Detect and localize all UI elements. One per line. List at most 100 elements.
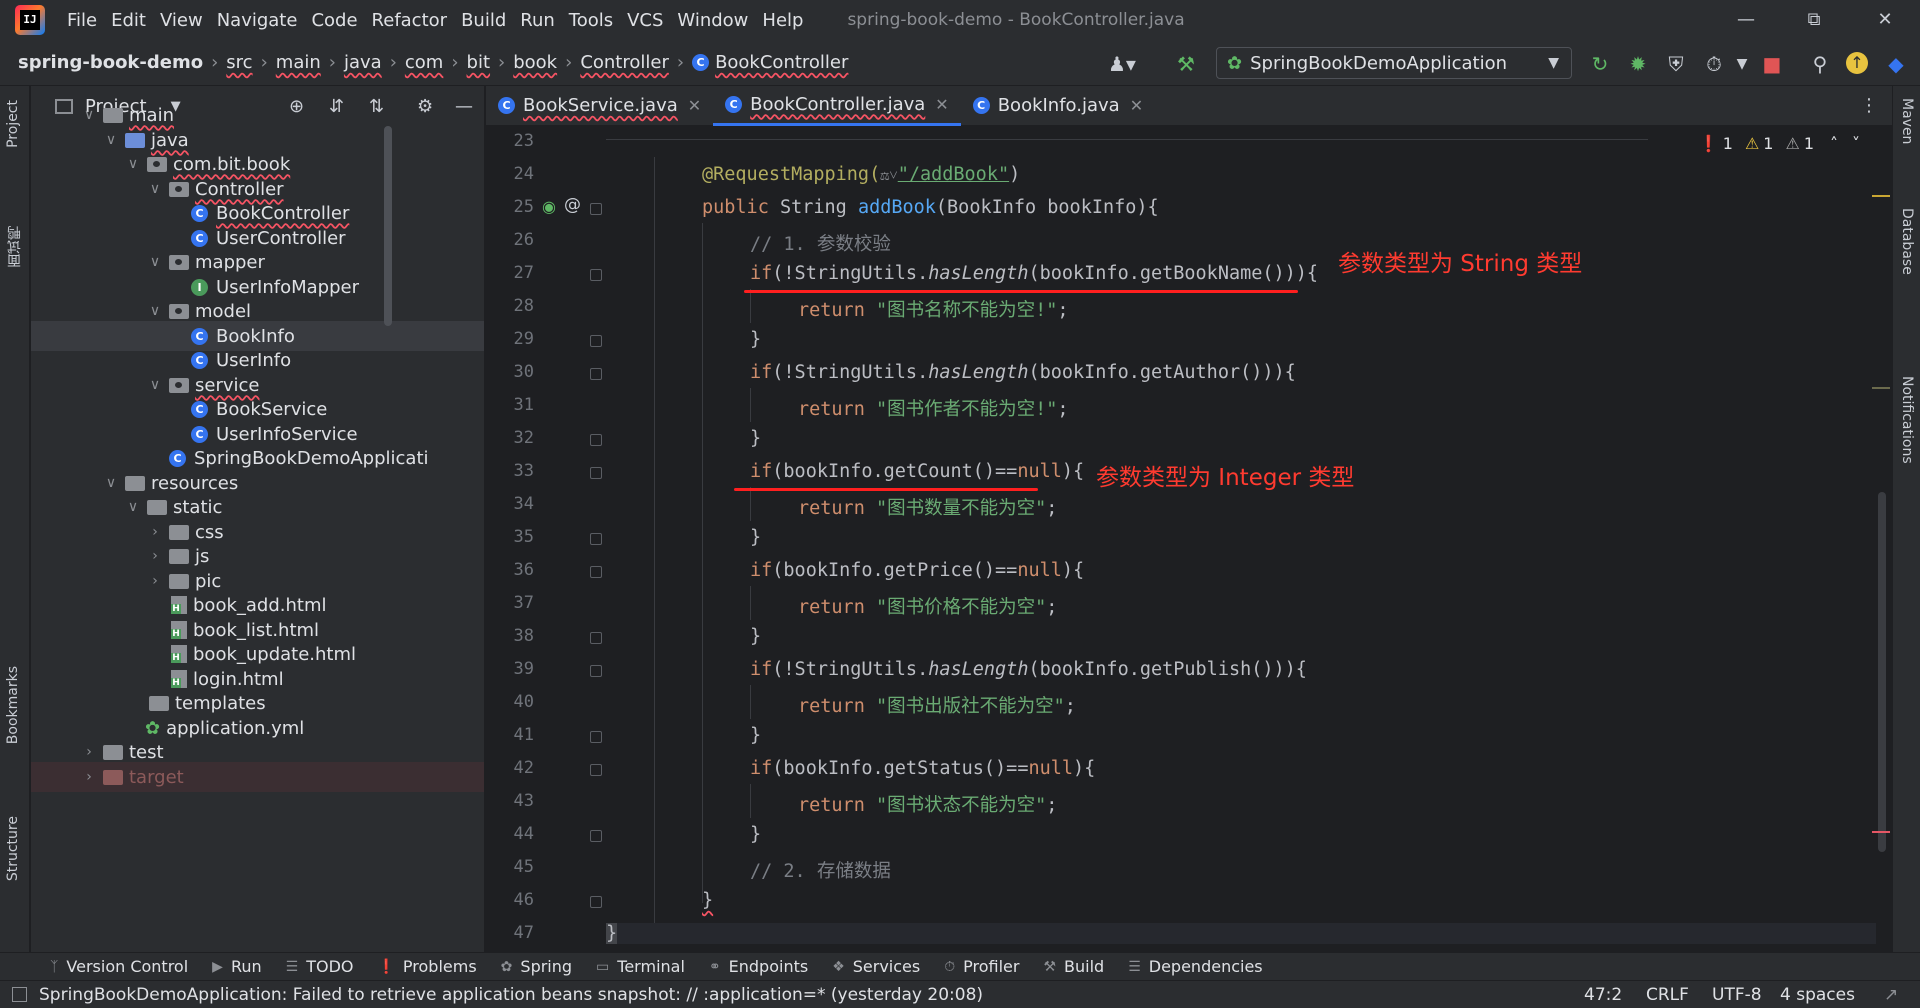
fold-marker-icon[interactable] (590, 896, 602, 908)
jetbrains-ai-icon[interactable]: ◆ (1884, 52, 1908, 76)
warning-marker[interactable] (1872, 195, 1890, 197)
close-tab-icon[interactable]: ✕ (688, 96, 701, 115)
at-annotation-gutter-icon[interactable]: @ (564, 195, 581, 215)
weak-warning-marker[interactable] (1872, 387, 1890, 389)
breadcrumb-main[interactable]: main (276, 52, 321, 73)
breadcrumb-project[interactable]: spring-book-demo (18, 52, 203, 73)
intellij-logo-icon[interactable]: IJ (15, 5, 45, 35)
url-link-icon[interactable]: ⚖˅ (880, 166, 898, 184)
folder-icon (149, 695, 169, 711)
indent-setting[interactable]: 4 spaces (1780, 985, 1855, 1005)
file-encoding[interactable]: UTF-8 (1712, 985, 1762, 1005)
tool-dependencies[interactable]: ☰ Dependencies (1128, 957, 1262, 976)
tool-problems[interactable]: ❗ Problems (377, 957, 476, 976)
minimize-icon[interactable]: — (1734, 8, 1758, 32)
restore-icon[interactable]: ⧉ (1802, 8, 1826, 32)
coverage-shield-icon[interactable]: ⛨ (1664, 52, 1688, 76)
breadcrumb-java[interactable]: java (344, 52, 382, 73)
spring-request-mapping-gutter-icon[interactable]: ◉ (542, 197, 556, 216)
close-icon[interactable]: ✕ (1873, 8, 1897, 32)
breadcrumb-controller[interactable]: Controller (580, 52, 669, 73)
status-message[interactable]: SpringBookDemoApplication: Failed to ret… (39, 985, 983, 1005)
tool-todo[interactable]: ☰ TODO (286, 957, 354, 976)
previous-highlight-icon[interactable]: ˄ (1830, 134, 1838, 153)
breadcrumb-bit[interactable]: bit (467, 52, 490, 73)
search-icon[interactable]: ⚲ (1808, 52, 1832, 76)
fold-marker-icon[interactable] (590, 764, 602, 776)
package-icon (169, 181, 189, 197)
tool-build[interactable]: ⚒ Build (1043, 957, 1104, 976)
menu-window[interactable]: Window (677, 10, 748, 31)
menu-edit[interactable]: Edit (111, 10, 146, 31)
run-configuration-select[interactable]: ✿ SpringBookDemoApplication ▼ (1216, 47, 1572, 79)
tool-spring[interactable]: ✿ Spring (501, 957, 572, 976)
fold-marker-icon[interactable] (590, 830, 602, 842)
fold-marker-icon[interactable] (590, 665, 602, 677)
caret-position[interactable]: 47:2 (1584, 985, 1622, 1005)
menu-help[interactable]: Help (762, 10, 803, 31)
menu-vcs[interactable]: VCS (627, 10, 663, 31)
tab-bookinfo[interactable]: C BookInfo.java ✕ (961, 86, 1155, 126)
breadcrumb-src[interactable]: src (226, 52, 252, 73)
tool-run[interactable]: ▶ Run (212, 957, 261, 976)
breadcrumb-com[interactable]: com (405, 52, 443, 73)
fold-marker-icon[interactable] (590, 467, 602, 479)
inspection-widget[interactable]: ❗ 1 ⚠ 1 ⚠ 1 ˄ ˅ (1699, 134, 1860, 153)
menu-run[interactable]: Run (520, 10, 555, 31)
tool-profiler[interactable]: ⏱ Profiler (944, 957, 1019, 976)
build-hammer-icon[interactable]: ⚒ (1174, 52, 1198, 76)
fold-marker-icon[interactable] (590, 368, 602, 380)
more-run-chevron-icon[interactable]: ▼ (1730, 52, 1754, 76)
fold-marker-icon[interactable] (590, 731, 602, 743)
menu-build[interactable]: Build (461, 10, 506, 31)
tool-endpoints[interactable]: ⚭ Endpoints (709, 957, 808, 976)
editor-scrollbar[interactable] (1878, 492, 1886, 852)
close-tab-icon[interactable]: ✕ (935, 95, 948, 114)
tool-terminal[interactable]: ▭ Terminal (596, 957, 685, 976)
tool-version-control[interactable]: ᛉ Version Control (50, 957, 188, 976)
close-tab-icon[interactable]: ✕ (1130, 96, 1143, 115)
maven-tool-button[interactable]: Maven (1899, 98, 1915, 144)
error-marker[interactable] (1872, 831, 1890, 833)
menu-view[interactable]: View (160, 10, 203, 31)
profiler-icon[interactable]: ⏱ (1702, 52, 1726, 76)
tool-services[interactable]: ❖ Services (832, 957, 920, 976)
fold-marker-icon[interactable] (590, 632, 602, 644)
line-separator[interactable]: CRLF (1646, 985, 1689, 1005)
fold-marker-icon[interactable] (590, 434, 602, 446)
status-bar: SpringBookDemoApplication: Failed to ret… (0, 980, 1920, 1008)
update-arrow-icon[interactable]: ↑ (1846, 52, 1868, 74)
bookmarks-tool-button[interactable]: Bookmarks (5, 666, 21, 744)
breadcrumb-book[interactable]: book (513, 52, 557, 73)
stop-icon[interactable]: ■ (1760, 52, 1784, 76)
lock-icon[interactable]: ↗ (1884, 985, 1898, 1005)
fold-marker-icon[interactable] (590, 203, 602, 215)
project-scrollbar[interactable] (384, 126, 392, 326)
breadcrumb-bookcontroller[interactable]: BookController (715, 52, 848, 73)
structure-tool-button[interactable]: Structure (5, 816, 21, 881)
code-editor[interactable]: ❗ 1 ⚠ 1 ⚠ 1 ˄ ˅ 23 24 25 26 27 28 29 30 31 … (486, 127, 1892, 952)
fold-marker-icon[interactable] (590, 566, 602, 578)
project-tool-button[interactable]: Project (5, 100, 21, 148)
tab-bookservice[interactable]: C BookService.java ✕ (486, 86, 713, 126)
notifications-tool-button[interactable]: Notifications (1899, 376, 1915, 464)
excluded-folder-icon (103, 769, 123, 785)
fold-marker-icon[interactable] (590, 533, 602, 545)
tab-bookcontroller[interactable]: C BookController.java ✕ (713, 86, 961, 126)
profile-icon[interactable]: ♟▾ (1108, 52, 1136, 76)
database-tool-button[interactable]: Database (1899, 208, 1915, 275)
menu-tools[interactable]: Tools (569, 10, 613, 31)
toggle-tool-windows-icon[interactable] (12, 987, 27, 1002)
debug-bug-icon[interactable]: ✹ (1626, 52, 1650, 76)
menu-code[interactable]: Code (311, 10, 357, 31)
interview-tool-button[interactable]: 面试鸭 (5, 226, 25, 268)
menu-refactor[interactable]: Refactor (372, 10, 448, 31)
fold-marker-icon[interactable] (590, 269, 602, 281)
menu-navigate[interactable]: Navigate (217, 10, 298, 31)
menu-file[interactable]: File (67, 10, 97, 31)
fold-marker-icon[interactable] (590, 335, 602, 347)
more-tabs-icon[interactable]: ⋮ (1860, 95, 1878, 116)
rerun-icon[interactable]: ↻ (1588, 52, 1612, 76)
tree-item-target[interactable]: › target (31, 762, 484, 792)
next-highlight-icon[interactable]: ˅ (1852, 134, 1860, 153)
